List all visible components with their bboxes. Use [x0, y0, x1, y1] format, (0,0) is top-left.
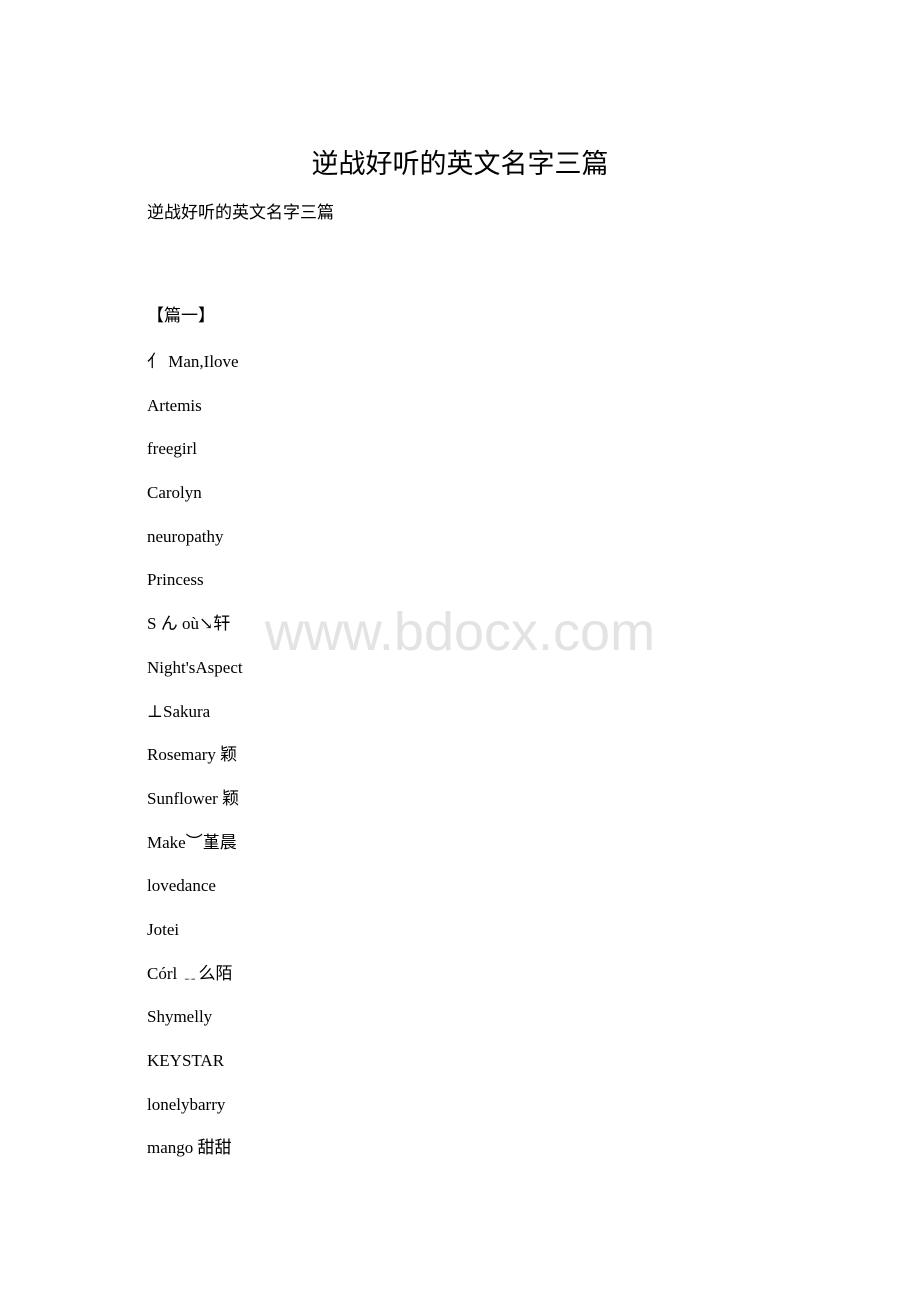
list-item: S ん où↘轩: [147, 614, 231, 634]
list-item: KEYSTAR: [147, 1051, 225, 1070]
list-item: Jotei: [147, 919, 180, 939]
list-item: Night'sAspect: [147, 657, 243, 677]
watermark: www.bdocx.com: [264, 602, 656, 662]
list-item: lonelybarry: [147, 1094, 226, 1114]
list-item: mango 甜甜: [147, 1138, 232, 1158]
list-item: Make︶堇晨: [147, 832, 237, 852]
list-item: lovedance: [147, 876, 216, 896]
list-item: Artemis: [147, 395, 202, 415]
list-item: Rosemary 颖: [147, 745, 238, 765]
list-item: Shymelly: [147, 1007, 213, 1027]
list-item: ⊥Sakura: [147, 701, 211, 721]
list-item: Sunflower 颖: [147, 788, 240, 808]
list-item: freegirl: [147, 439, 198, 459]
document-subtitle: 逆战好听的英文名字三篇: [147, 203, 334, 222]
section-heading: 【篇一】: [147, 306, 215, 325]
name-list: 亻 Man,Ilove Artemis freegirl Carolyn neu…: [147, 350, 243, 1180]
list-item: Princess: [147, 570, 204, 590]
list-item: 亻 Man,Ilove: [147, 352, 239, 371]
page-title: 逆战好听的英文名字三篇: [311, 149, 609, 179]
list-item: neuropathy: [147, 526, 224, 546]
list-item: Carolyn: [147, 483, 202, 503]
list-item: Córl ﹎么陌: [147, 963, 233, 983]
